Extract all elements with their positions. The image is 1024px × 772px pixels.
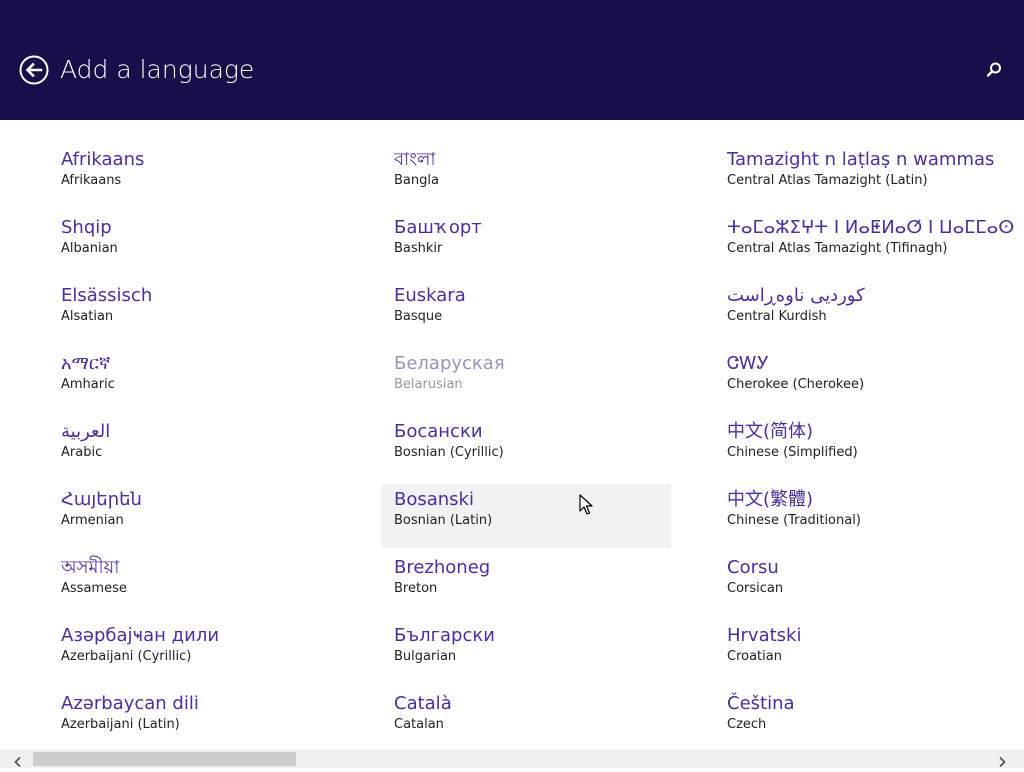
language-native-name: Български (394, 625, 495, 646)
language-item-czech[interactable]: Čeština Czech (714, 688, 1019, 750)
back-arrow-icon (19, 55, 49, 85)
language-native-name: অসমীয়া (61, 557, 120, 578)
language-native-name: العربية (61, 421, 111, 442)
language-native-name: አማርኛ (61, 353, 111, 374)
language-native-name: 中文(简体) (727, 421, 814, 442)
language-english-name: Afrikaans (61, 173, 122, 188)
language-native-name: বাংলা (394, 149, 436, 170)
language-native-name: Čeština (727, 693, 795, 714)
scroll-left-button[interactable] (12, 753, 24, 768)
language-english-name: Armenian (61, 513, 124, 528)
language-item-azerbaijani-latin[interactable]: Azərbaycan dili Azerbaijani (Latin) (48, 688, 338, 750)
language-item-chinese-traditional[interactable]: 中文(繁體) Chinese (Traditional) (714, 484, 1019, 548)
language-item-belarusian: Беларуская Belarusian (381, 348, 671, 412)
language-item-bulgarian[interactable]: Български Bulgarian (381, 620, 671, 684)
language-column-1: Afrikaans Afrikaans Shqip Albanian Elsäs… (48, 144, 358, 750)
language-native-name: Հայերեն (61, 489, 142, 510)
language-item-azerbaijani-cyrillic[interactable]: Азәрбајҹан дили Azerbaijani (Cyrillic) (48, 620, 338, 684)
page-title: Add a language (60, 55, 255, 84)
language-item-tamazight-tifinagh[interactable]: ⵜⴰⵎⴰⵣⵉⵖⵜ ⵏ ⵍⴰⵟⵍⴰⵚ ⵏ ⵡⴰⵎⵎⴰⵙ Central Atlas… (714, 212, 1019, 276)
language-native-name: 中文(繁體) (727, 489, 814, 510)
language-english-name: Catalan (394, 717, 444, 732)
language-english-name: Albanian (61, 241, 118, 256)
scrollbar-thumb[interactable] (33, 752, 296, 766)
chevron-left-icon (14, 756, 21, 768)
language-native-name: Afrikaans (61, 149, 145, 170)
horizontal-scrollbar[interactable] (0, 750, 1024, 768)
language-item-croatian[interactable]: Hrvatski Croatian (714, 620, 1019, 684)
language-item-cherokee[interactable]: ᏣᎳᎩ Cherokee (Cherokee) (714, 348, 1019, 412)
language-english-name: Alsatian (61, 309, 114, 324)
language-item-bosnian-latin[interactable]: Bosanski Bosnian (Latin) (381, 484, 671, 548)
search-icon (986, 62, 1001, 77)
language-english-name: Assamese (61, 581, 127, 596)
language-english-name: Cherokee (Cherokee) (727, 377, 865, 392)
language-english-name: Belarusian (394, 377, 463, 392)
language-english-name: Bashkir (394, 241, 443, 256)
language-item-tamazight-latin[interactable]: Tamazight n laṭlaṣ n wammas Central Atla… (714, 144, 1019, 208)
language-item-afrikaans[interactable]: Afrikaans Afrikaans (48, 144, 338, 208)
language-native-name: Euskara (394, 285, 466, 306)
language-item-corsican[interactable]: Corsu Corsican (714, 552, 1019, 616)
language-item-assamese[interactable]: অসমীয়া Assamese (48, 552, 338, 616)
language-native-name: Азәрбајҹан дили (61, 625, 220, 646)
language-english-name: Central Atlas Tamazight (Tifinagh) (727, 241, 948, 256)
language-column-3: Tamazight n laṭlaṣ n wammas Central Atla… (714, 144, 1024, 750)
language-english-name: Arabic (61, 445, 103, 460)
language-english-name: Chinese (Traditional) (727, 513, 861, 528)
language-column-2: বাংলা Bangla Башҡорт Bashkir Euskara Bas… (381, 144, 691, 750)
language-english-name: Basque (394, 309, 443, 324)
language-english-name: Bangla (394, 173, 439, 188)
language-native-name: Corsu (727, 557, 779, 578)
language-english-name: Bulgarian (394, 649, 457, 664)
language-item-breton[interactable]: Brezhoneg Breton (381, 552, 671, 616)
language-item-alsatian[interactable]: Elsässisch Alsatian (48, 280, 338, 344)
language-native-name: Tamazight n laṭlaṣ n wammas (727, 149, 995, 170)
language-native-name: Bosanski (394, 489, 474, 510)
language-english-name: Czech (727, 717, 767, 732)
language-native-name: Башҡорт (394, 217, 482, 238)
language-item-armenian[interactable]: Հայերեն Armenian (48, 484, 338, 548)
language-item-chinese-simplified[interactable]: 中文(简体) Chinese (Simplified) (714, 416, 1019, 480)
language-english-name: Corsican (727, 581, 784, 596)
language-english-name: Amharic (61, 377, 115, 392)
language-native-name: Босански (394, 421, 483, 442)
language-english-name: Azerbaijani (Cyrillic) (61, 649, 192, 664)
language-english-name: Chinese (Simplified) (727, 445, 858, 460)
language-list: Afrikaans Afrikaans Shqip Albanian Elsäs… (0, 120, 1024, 750)
language-english-name: Central Kurdish (727, 309, 827, 324)
language-native-name: Brezhoneg (394, 557, 491, 578)
language-item-catalan[interactable]: Català Catalan (381, 688, 671, 750)
language-native-name: Беларуская (394, 353, 505, 374)
language-item-albanian[interactable]: Shqip Albanian (48, 212, 338, 276)
back-button[interactable] (19, 55, 49, 85)
language-english-name: Breton (394, 581, 438, 596)
language-item-arabic[interactable]: العربية Arabic (48, 416, 338, 480)
language-item-bangla[interactable]: বাংলা Bangla (381, 144, 671, 208)
language-native-name: Hrvatski (727, 625, 802, 646)
mouse-cursor-icon (579, 494, 593, 516)
language-native-name: Català (394, 693, 452, 714)
language-item-amharic[interactable]: አማርኛ Amharic (48, 348, 338, 412)
header-bar: Add a language (0, 0, 1024, 120)
language-item-bashkir[interactable]: Башҡорт Bashkir (381, 212, 671, 276)
language-native-name: ᏣᎳᎩ (727, 353, 770, 374)
language-item-bosnian-cyrillic[interactable]: Босански Bosnian (Cyrillic) (381, 416, 671, 480)
language-native-name: Elsässisch (61, 285, 153, 306)
chevron-right-icon (999, 756, 1006, 768)
language-item-basque[interactable]: Euskara Basque (381, 280, 671, 344)
language-native-name: ⵜⴰⵎⴰⵣⵉⵖⵜ ⵏ ⵍⴰⵟⵍⴰⵚ ⵏ ⵡⴰⵎⵎⴰⵙ (727, 217, 1015, 238)
scroll-right-button[interactable] (996, 753, 1008, 768)
language-english-name: Bosnian (Latin) (394, 513, 493, 528)
language-native-name: Azərbaycan dili (61, 693, 199, 714)
search-button[interactable] (984, 60, 1004, 80)
language-english-name: Croatian (727, 649, 782, 664)
language-item-central-kurdish[interactable]: کوردیی ناوەڕاست Central Kurdish (714, 280, 1019, 344)
language-english-name: Bosnian (Cyrillic) (394, 445, 504, 460)
language-native-name: کوردیی ناوەڕاست (727, 285, 865, 306)
language-english-name: Azerbaijani (Latin) (61, 717, 180, 732)
language-native-name: Shqip (61, 217, 112, 238)
language-english-name: Central Atlas Tamazight (Latin) (727, 173, 928, 188)
